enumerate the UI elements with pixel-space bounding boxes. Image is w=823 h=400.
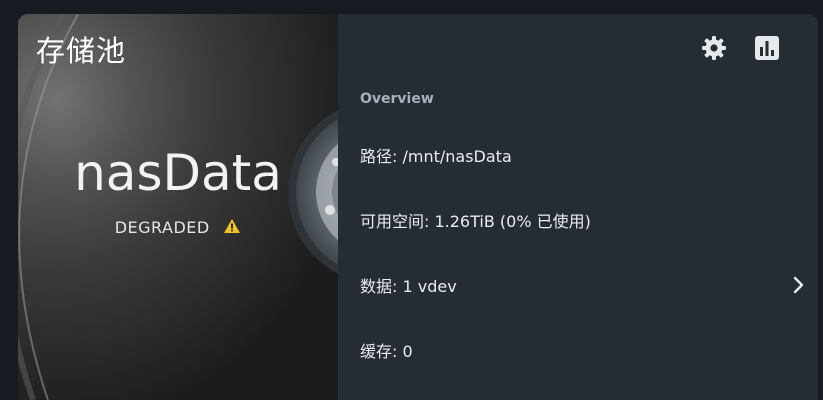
path-row: 路径: /mnt/nasData — [338, 135, 818, 175]
settings-button[interactable] — [698, 32, 730, 64]
data-vdev-text: 数据: 1 vdev — [360, 277, 457, 296]
free-space-row: 可用空间: 1.26TiB (0% 已使用) — [338, 200, 818, 240]
overview-panel: Overview 路径: /mnt/nasData 可用空间: 1.26TiB … — [338, 14, 818, 400]
pool-status: DEGRADED — [18, 218, 338, 237]
cache-text: 缓存: 0 — [360, 342, 413, 361]
hard-disk-illustration — [18, 14, 338, 400]
chevron-right-icon — [793, 276, 804, 294]
pool-name: nasData — [74, 144, 282, 202]
section-label-overview: Overview — [360, 91, 434, 107]
app-background: 存储池 nasData DEGRADED Overview 路径: /mnt/n… — [0, 0, 823, 400]
warning-icon — [224, 219, 241, 233]
free-space-text: 可用空间: 1.26TiB (0% 已使用) — [360, 212, 591, 231]
cache-row: 缓存: 0 — [338, 330, 818, 370]
path-text: 路径: /mnt/nasData — [360, 147, 512, 166]
page-title: 存储池 — [36, 34, 127, 68]
pool-hero-image: 存储池 nasData DEGRADED — [18, 14, 338, 400]
pool-status-text: DEGRADED — [114, 218, 210, 237]
bar-chart-icon — [755, 36, 779, 60]
gear-icon — [702, 36, 726, 60]
storage-pool-card: 存储池 nasData DEGRADED Overview 路径: /mnt/n… — [18, 14, 818, 400]
data-vdev-row[interactable]: 数据: 1 vdev — [338, 265, 818, 305]
statistics-button[interactable] — [751, 32, 783, 64]
